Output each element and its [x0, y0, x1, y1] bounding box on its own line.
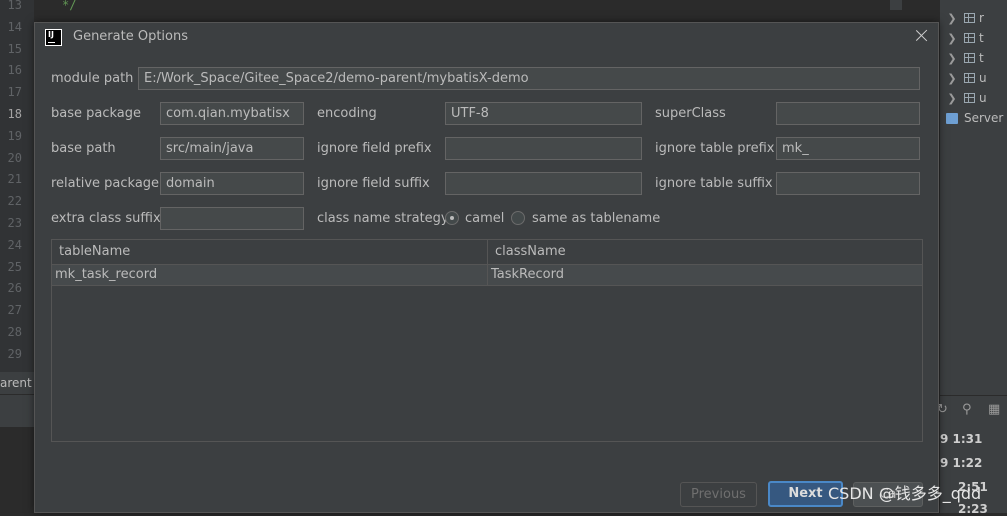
ignore-field-suffix-field[interactable]: [445, 172, 642, 195]
same-as-tablename-radio-label[interactable]: same as tablename: [532, 211, 660, 227]
table-icon: [964, 93, 975, 103]
cell-classname[interactable]: TaskRecord: [488, 265, 922, 285]
base-package-label: base package: [51, 106, 142, 121]
ignore-field-suffix-label: ignore field suffix: [317, 176, 430, 191]
ignore-table-suffix-field[interactable]: [776, 172, 920, 195]
chevron-right-icon[interactable]: ❯: [940, 52, 964, 65]
base-path-label: base path: [51, 141, 116, 156]
line-number: 24: [7, 237, 22, 252]
ignore-table-suffix-label: ignore table suffix: [655, 176, 773, 191]
ignore-table-prefix-field[interactable]: mk_: [776, 137, 920, 160]
previous-button[interactable]: Previous: [680, 482, 757, 507]
line-number: 14: [7, 19, 22, 34]
tree-item-server[interactable]: Server: [946, 108, 1003, 128]
tree-item-label: t: [979, 51, 984, 65]
server-icon: [946, 112, 958, 124]
extra-class-suffix-field[interactable]: [160, 207, 304, 230]
table-icon: [964, 33, 975, 43]
grid-icon[interactable]: ▦: [988, 402, 1000, 417]
line-number: 26: [7, 281, 22, 296]
left-tool-bar: [0, 394, 34, 427]
tree-item-label: r: [979, 11, 984, 25]
line-number: 20: [7, 150, 22, 165]
line-number: 18: [7, 107, 22, 121]
line-number: 15: [7, 41, 22, 56]
log-time: 9 1:31: [940, 432, 983, 446]
generate-options-dialog: IJ Generate Options module path E:/Work_…: [34, 22, 939, 513]
dialog-title: Generate Options: [73, 29, 189, 44]
same-as-tablename-radio[interactable]: [511, 211, 525, 225]
table-icon: [964, 53, 975, 63]
base-path-field[interactable]: src/main/java: [160, 137, 304, 160]
panel-toolbar: ↻ ⚲ ▦: [937, 402, 1007, 422]
line-number: 28: [7, 325, 22, 339]
column-separator[interactable]: [487, 240, 488, 286]
line-number: 22: [7, 194, 22, 209]
log-time: 2:23: [958, 502, 988, 516]
encoding-label: encoding: [317, 106, 377, 121]
code-comment-end: */: [62, 0, 77, 12]
line-number: 13: [7, 0, 22, 12]
log-time: 9 1:22: [940, 456, 983, 470]
tree-item-table[interactable]: ❯ u: [940, 88, 987, 108]
class-name-strategy-label: class name strategy: [317, 211, 449, 226]
project-panel-label[interactable]: arent: [0, 372, 34, 394]
ignore-field-prefix-label: ignore field prefix: [317, 141, 432, 156]
column-header-classname[interactable]: className: [488, 240, 922, 264]
server-label: Server: [964, 111, 1004, 125]
superclass-label: superClass: [655, 106, 726, 121]
line-number: 29: [7, 346, 22, 361]
chevron-right-icon[interactable]: ❯: [940, 32, 964, 45]
column-header-tablename[interactable]: tableName: [52, 240, 487, 264]
encoding-field[interactable]: UTF-8: [445, 102, 642, 125]
tree-item-label: u: [979, 71, 987, 85]
line-number: 19: [7, 128, 22, 143]
table-icon: [964, 13, 975, 23]
tree-item-label: u: [979, 91, 987, 105]
intellij-logo-icon: IJ: [45, 29, 62, 46]
ignore-field-prefix-field[interactable]: [445, 137, 642, 160]
cell-tablename[interactable]: mk_task_record: [52, 265, 487, 285]
line-number: 17: [7, 85, 22, 100]
line-number: 27: [7, 303, 22, 318]
relative-package-label: relative package: [51, 176, 160, 191]
table-icon: [964, 73, 975, 83]
chevron-right-icon[interactable]: ❯: [940, 92, 964, 105]
table-mapping-grid: tableName className mk_task_record TaskR…: [51, 239, 923, 442]
dialog-titlebar[interactable]: IJ Generate Options: [35, 23, 938, 53]
wrench-icon[interactable]: ⚲: [962, 402, 972, 417]
tree-item-label: t: [979, 31, 984, 45]
panel-divider: [940, 395, 1007, 396]
camel-radio[interactable]: [445, 211, 459, 225]
ignore-table-prefix-label: ignore table prefix: [655, 141, 775, 156]
editor-scrollbar[interactable]: [890, 0, 902, 10]
module-path-field[interactable]: E:/Work_Space/Gitee_Space2/demo-parent/m…: [138, 67, 920, 90]
superclass-field[interactable]: [776, 102, 920, 125]
base-package-field[interactable]: com.qian.mybatisx: [160, 102, 304, 125]
line-number: 16: [7, 63, 22, 78]
editor-gutter: 13 14 15 16 17 18 19 20 21 22 23 24 25 26 27 28 29: [0, 0, 34, 400]
tree-item-table[interactable]: ❯ t: [940, 48, 984, 68]
close-icon[interactable]: [914, 28, 930, 44]
line-number: 23: [7, 216, 22, 230]
csdn-watermark: CSDN @钱多多_qdd: [828, 484, 982, 503]
tree-item-table[interactable]: ❯ u: [940, 68, 987, 88]
tree-item-table[interactable]: ❯ r: [940, 8, 984, 28]
line-number: 25: [7, 259, 22, 274]
project-label-text: arent: [0, 376, 32, 390]
camel-radio-label[interactable]: camel: [465, 211, 504, 227]
editor-code-area: */: [34, 0, 894, 24]
database-panel: ❯ r ❯ t ❯ t ❯ u ❯ u Server ↻ ⚲ ▦ 9 1:31 …: [937, 0, 1007, 516]
chevron-right-icon[interactable]: ❯: [940, 12, 964, 25]
line-number: 21: [7, 172, 22, 187]
relative-package-field[interactable]: domain: [160, 172, 304, 195]
extra-class-suffix-label: extra class suffix: [51, 211, 161, 226]
module-path-label: module path: [51, 71, 134, 86]
tree-item-table[interactable]: ❯ t: [940, 28, 984, 48]
chevron-right-icon[interactable]: ❯: [940, 72, 964, 85]
